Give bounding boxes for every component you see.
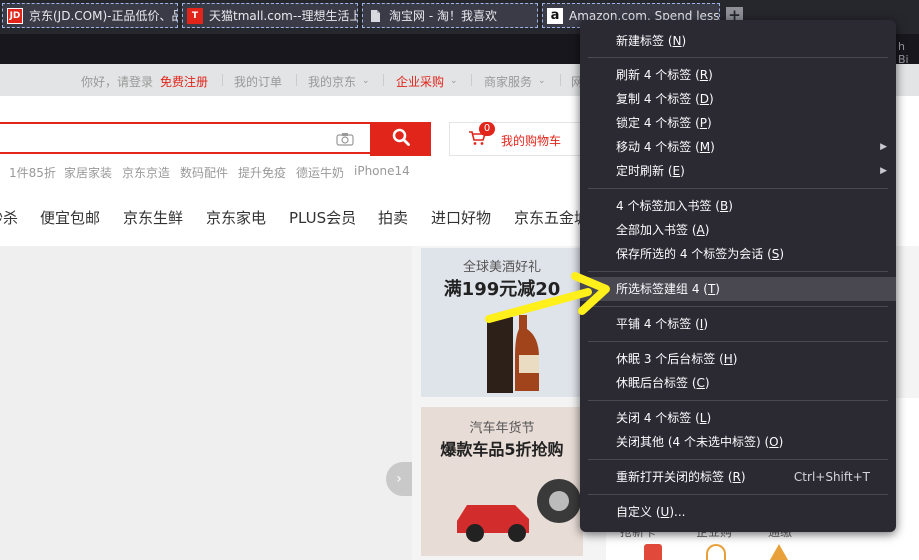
menu-item-bookmark[interactable]: 4 个标签加入书签 (B)	[580, 194, 896, 218]
menu-item-move[interactable]: 移动 4 个标签 (M) ▶	[580, 135, 896, 159]
tab-taobao[interactable]: 淘宝网 - 淘！我喜欢	[362, 3, 538, 28]
promo-headline: 满199元减20	[443, 279, 561, 300]
promo-headline: 爆款车品5折抢购	[440, 440, 564, 459]
login-link[interactable]: 你好，请登录	[81, 73, 153, 90]
chevron-down-icon: ⌄	[450, 76, 458, 86]
nav-item-cheap[interactable]: 便宜包邮	[40, 207, 100, 228]
nav-item-hardware[interactable]: 京东五金城	[514, 207, 589, 228]
menu-separator	[588, 57, 888, 58]
hot-word[interactable]: 京东京造	[122, 164, 170, 181]
hot-word[interactable]: iPhone14	[354, 164, 410, 178]
main-banner[interactable]	[0, 246, 412, 560]
menu-item-tile[interactable]: 平铺 4 个标签 (I)	[580, 312, 896, 336]
menu-item-bookmark-all[interactable]: 全部加入书签 (A)	[580, 218, 896, 242]
my-jd-link[interactable]: 我的京东	[308, 73, 356, 90]
hot-word[interactable]: 德运牛奶	[296, 164, 344, 181]
menu-item-timed-reload[interactable]: 定时刷新 (E) ▶	[580, 159, 896, 183]
menu-item-hibernate-background[interactable]: 休眠后台标签 (C)	[580, 371, 896, 395]
shortcut-label: Ctrl+Shift+T	[793, 470, 870, 484]
register-link[interactable]: 免费注册	[160, 73, 208, 90]
tab-title: 淘宝网 - 淘！我喜欢	[389, 9, 497, 23]
menu-item-reopen-closed[interactable]: 重新打开关闭的标签 (R) Ctrl+Shift+T	[580, 465, 896, 489]
chevron-down-icon: ⌄	[538, 76, 546, 86]
tab-title: 京东(JD.COM)-正品低价、品	[29, 9, 178, 23]
nav-item-plus[interactable]: PLUS会员	[289, 207, 356, 228]
menu-separator	[588, 188, 888, 189]
menu-separator	[588, 494, 888, 495]
hot-word[interactable]: 家居家装	[64, 164, 112, 181]
search-button[interactable]	[370, 122, 431, 156]
divider	[471, 74, 472, 86]
menu-item-reload[interactable]: 刷新 4 个标签 (R)	[580, 63, 896, 87]
tab-tmall[interactable]: T 天猫tmall.com--理想生活上	[182, 3, 358, 28]
search-input[interactable]	[0, 122, 370, 154]
cart-count-badge: 0	[479, 122, 495, 136]
tab-jd[interactable]: JD 京东(JD.COM)-正品低价、品	[2, 3, 178, 28]
camera-icon[interactable]	[336, 131, 354, 150]
nav-item-seckill[interactable]: 秒杀	[0, 207, 18, 228]
menu-separator	[588, 271, 888, 272]
menu-separator	[588, 306, 888, 307]
nav-item-appliances[interactable]: 京东家电	[206, 207, 266, 228]
divider	[560, 74, 561, 86]
menu-item-hibernate-3[interactable]: 休眠 3 个后台标签 (H)	[580, 347, 896, 371]
menu-item-save-session[interactable]: 保存所选的 4 个标签为会话 (S)	[580, 242, 896, 266]
submenu-arrow-icon: ▶	[880, 142, 887, 152]
nav-item-import[interactable]: 进口好物	[431, 207, 491, 228]
tmall-favicon-icon: T	[187, 7, 203, 24]
promo-title: 全球美酒好礼	[462, 260, 541, 275]
menu-item-pin[interactable]: 锁定 4 个标签 (P)	[580, 111, 896, 135]
divider	[383, 74, 384, 86]
enterprise-link[interactable]: 企业采购	[396, 73, 444, 90]
nav-item-auction[interactable]: 拍卖	[378, 207, 408, 228]
menu-item-customize[interactable]: 自定义 (U)...	[580, 500, 896, 524]
search-icon	[392, 128, 410, 150]
promo-car[interactable]: 汽车年货节 爆款车品5折抢购	[421, 407, 583, 556]
hot-word[interactable]: 1件85折	[9, 164, 56, 181]
promo-title: 汽车年货节	[469, 421, 535, 436]
menu-item-new-tab[interactable]: 新建标签 (N)	[580, 29, 896, 53]
enterprise-icon	[706, 544, 726, 560]
hot-word[interactable]: 提升免疫	[238, 164, 286, 181]
menu-separator	[588, 459, 888, 460]
nav-item-fresh[interactable]: 京东生鲜	[123, 207, 183, 228]
menu-item-group-tabs[interactable]: 所选标签建组 4 (T)	[580, 277, 896, 301]
amazon-favicon-icon: a	[547, 7, 563, 24]
chevron-down-icon: ⌄	[362, 76, 370, 86]
document-favicon-icon	[367, 8, 383, 24]
promo-wine[interactable]: 全球美酒好礼 满199元减20	[421, 248, 583, 397]
submenu-arrow-icon: ▶	[880, 166, 887, 176]
card-icon	[644, 544, 662, 560]
merchant-link[interactable]: 商家服务	[484, 73, 532, 90]
bookmark-partial-label[interactable]: h Bi	[898, 40, 919, 66]
menu-item-duplicate[interactable]: 复制 4 个标签 (D)	[580, 87, 896, 111]
cart-label: 我的购物车	[501, 134, 562, 148]
menu-item-close[interactable]: 关闭 4 个标签 (L)	[580, 406, 896, 430]
menu-item-close-others[interactable]: 关闭其他 (4 个未选中标签) (O)	[580, 430, 896, 454]
tab-title: 天猫tmall.com--理想生活上	[209, 9, 358, 23]
jd-favicon-icon: JD	[7, 7, 23, 24]
car-icon	[457, 479, 581, 542]
divider	[296, 74, 297, 86]
hot-word[interactable]: 数码配件	[180, 164, 228, 181]
banner-next-button[interactable]: ›	[386, 462, 412, 496]
menu-separator	[588, 400, 888, 401]
my-orders-link[interactable]: 我的订单	[234, 73, 282, 90]
cognac-bottle-icon	[487, 315, 539, 393]
menu-separator	[588, 341, 888, 342]
divider	[222, 74, 223, 86]
tab-context-menu: 新建标签 (N) 刷新 4 个标签 (R) 复制 4 个标签 (D) 锁定 4 …	[580, 20, 896, 532]
